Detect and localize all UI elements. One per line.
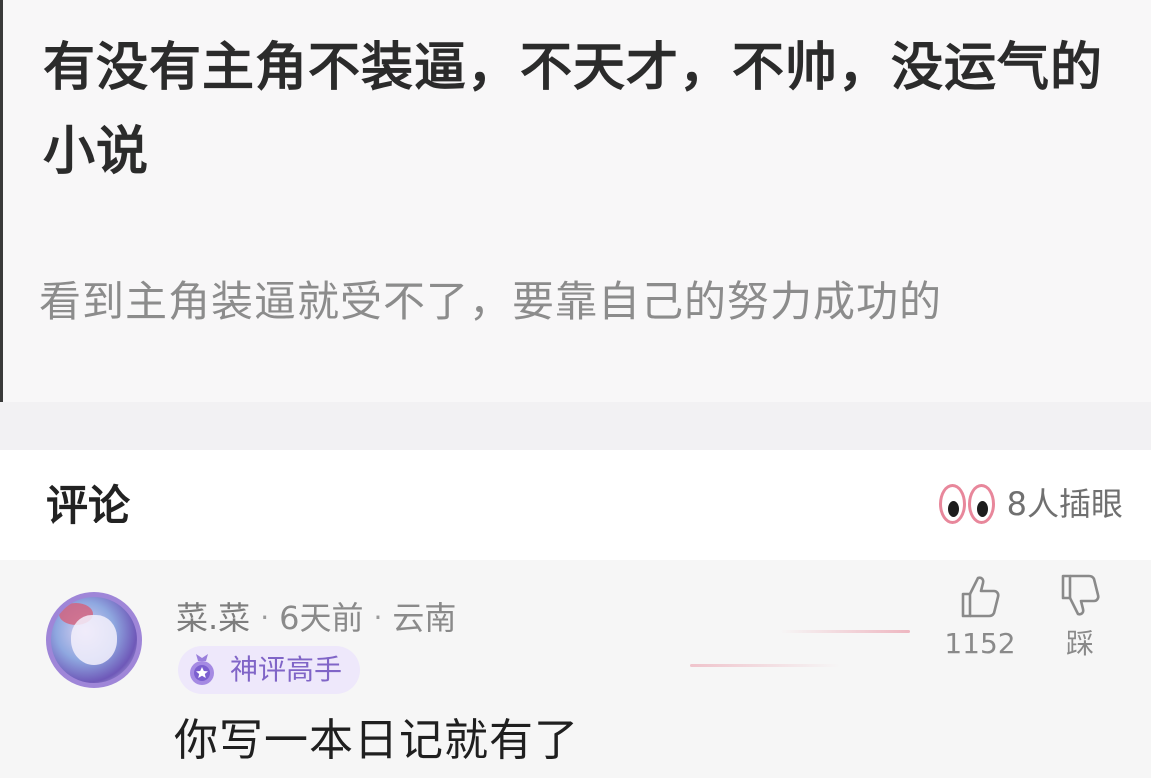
peek-button[interactable]: 8人插眼 [938, 482, 1123, 526]
thumbs-up-icon [961, 576, 1000, 618]
meta-separator: · [260, 601, 270, 634]
peek-count-label: 8人插眼 [1006, 485, 1123, 523]
comments-title: 评论 [46, 481, 131, 530]
comment-item: 菜.菜 · 6天前 · 云南 神评高手 你写一本日记就有了 1152 踩 [0, 560, 1151, 778]
badge-label: 神评高手 [230, 653, 343, 686]
peeking-eyes-icon [938, 484, 995, 524]
avatar[interactable] [46, 592, 142, 688]
comments-header: 评论 8人插眼 [0, 450, 1151, 560]
comment-time: 6天前 [279, 599, 364, 637]
question-description: 看到主角装逼就受不了，要靠自己的努力成功的 [39, 277, 943, 326]
avatar-figure [71, 615, 117, 665]
question-title: 有没有主角不装逼，不天才，不帅，没运气的小说 [43, 38, 1104, 182]
decorative-streak [780, 630, 910, 633]
left-eye [938, 484, 966, 524]
question-card[interactable]: 有没有主角不装逼，不天才，不帅，没运气的小说 看到主角装逼就受不了，要靠自己的努… [0, 0, 1151, 402]
like-button[interactable]: 1152 [940, 572, 1020, 662]
thumbs-down-icon [1061, 574, 1100, 616]
comment-location: 云南 [392, 599, 457, 637]
username[interactable]: 菜.菜 [176, 596, 250, 640]
right-eye [967, 484, 995, 524]
dislike-label: 踩 [1065, 627, 1094, 660]
dislike-button[interactable]: 踩 [1040, 572, 1120, 662]
comment-text: 你写一本日记就有了 [174, 715, 579, 766]
medal-icon [190, 654, 214, 685]
comment-meta: 菜.菜 · 6天前 · 云南 [176, 596, 456, 640]
section-divider [0, 402, 1151, 450]
decorative-streak [690, 664, 840, 667]
like-count: 1152 [944, 627, 1016, 660]
page: 有没有主角不装逼，不天才，不帅，没运气的小说 看到主角装逼就受不了，要靠自己的努… [0, 0, 1151, 778]
user-badge[interactable]: 神评高手 [178, 646, 361, 694]
meta-separator: · [373, 601, 383, 634]
